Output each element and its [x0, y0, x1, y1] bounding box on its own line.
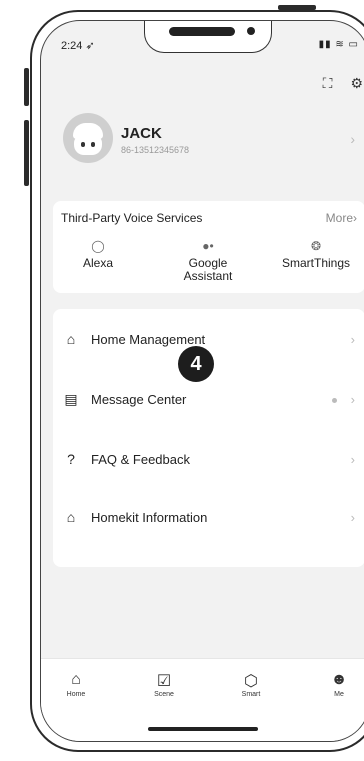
house-icon: ⌂ — [66, 331, 76, 347]
status-time: 2:24 ➶ — [61, 40, 95, 52]
menu-item-label: Home Management — [91, 332, 206, 347]
chevron-right-icon: › — [350, 392, 355, 407]
smartthings-icon: ❂ — [310, 239, 322, 253]
tab-smart[interactable]: ⬡ Smart — [221, 671, 281, 698]
message-icon: ▤ — [64, 391, 78, 407]
phone-volume-button — [24, 120, 29, 186]
front-camera — [247, 27, 255, 35]
scan-icon[interactable]: ⛶ — [323, 75, 333, 92]
tab-home[interactable]: ⌂ Home — [46, 671, 106, 698]
alexa-icon: ◯ — [91, 239, 105, 253]
tab-scene[interactable]: ☑ Scene — [134, 671, 194, 698]
menu-card: ⌂ Home Management › ▤ Message Center › ?… — [53, 309, 364, 567]
voice-services-card: Third-Party Voice Services More› ◯ Alexa… — [53, 201, 364, 293]
phone-notch — [144, 21, 272, 53]
menu-item-label: FAQ & Feedback — [91, 452, 190, 467]
menu-item-label: Message Center — [91, 392, 187, 407]
tab-label: Scene — [154, 691, 174, 698]
tab-bar: ⌂ Home ☑ Scene ⬡ Smart ☻ Me — [41, 658, 364, 741]
voice-item-label: Google Assistant — [183, 256, 233, 283]
speaker-grille — [169, 27, 235, 36]
me-icon: ☻ — [330, 671, 348, 688]
google-assistant-icon: ●• — [202, 239, 214, 253]
more-button[interactable]: More› — [326, 211, 357, 225]
avatar[interactable] — [63, 113, 113, 163]
voice-item-google-assistant[interactable]: ●• Google Assistant — [163, 239, 253, 283]
profile-phone: 86-13512345678 — [121, 145, 190, 155]
voice-item-label: SmartThings — [281, 256, 351, 270]
homekit-icon: ⌂ — [66, 509, 76, 525]
voice-item-smartthings[interactable]: ❂ SmartThings — [271, 239, 361, 270]
status-icons: ▮▮ ≋ ▭ — [318, 39, 359, 50]
menu-item-label: Homekit Information — [91, 510, 208, 525]
chevron-right-icon: › — [350, 332, 355, 347]
question-icon: ? — [67, 451, 75, 467]
home-indicator — [148, 727, 258, 731]
chevron-right-icon: › — [350, 131, 355, 147]
step-badge: 4 — [178, 346, 214, 382]
home-icon: ⌂ — [71, 671, 81, 688]
chevron-right-icon: › — [350, 510, 355, 525]
unread-dot — [332, 398, 337, 403]
smart-icon: ⬡ — [244, 673, 258, 690]
profile-row[interactable]: JACK 86-13512345678 › — [63, 109, 359, 169]
scene-icon: ☑ — [156, 673, 172, 690]
phone-power-button — [278, 5, 316, 10]
menu-item-message-center[interactable]: ▤ Message Center › — [53, 381, 364, 421]
tab-label: Me — [334, 691, 344, 698]
menu-item-faq-feedback[interactable]: ? FAQ & Feedback › — [53, 441, 364, 481]
voice-item-alexa[interactable]: ◯ Alexa — [53, 239, 143, 270]
phone-side-button — [24, 68, 29, 106]
top-actions: ⛶ ⚙ — [323, 75, 363, 92]
voice-services-title: Third-Party Voice Services — [61, 211, 203, 225]
menu-item-homekit-information[interactable]: ⌂ Homekit Information › — [53, 499, 364, 539]
tab-me[interactable]: ☻ Me — [309, 671, 364, 698]
avatar-face — [74, 135, 102, 155]
tab-label: Home — [66, 691, 86, 698]
app-screen: 2:24 ➶ ▮▮ ≋ ▭ ⛶ ⚙ JACK 86-13512345678 › … — [40, 20, 364, 742]
chevron-right-icon: › — [350, 452, 355, 467]
tab-label: Smart — [241, 691, 261, 698]
settings-icon[interactable]: ⚙ — [350, 75, 363, 92]
location-arrow-icon: ➶ — [85, 40, 95, 52]
voice-item-label: Alexa — [82, 256, 114, 270]
profile-name: JACK — [121, 125, 162, 142]
